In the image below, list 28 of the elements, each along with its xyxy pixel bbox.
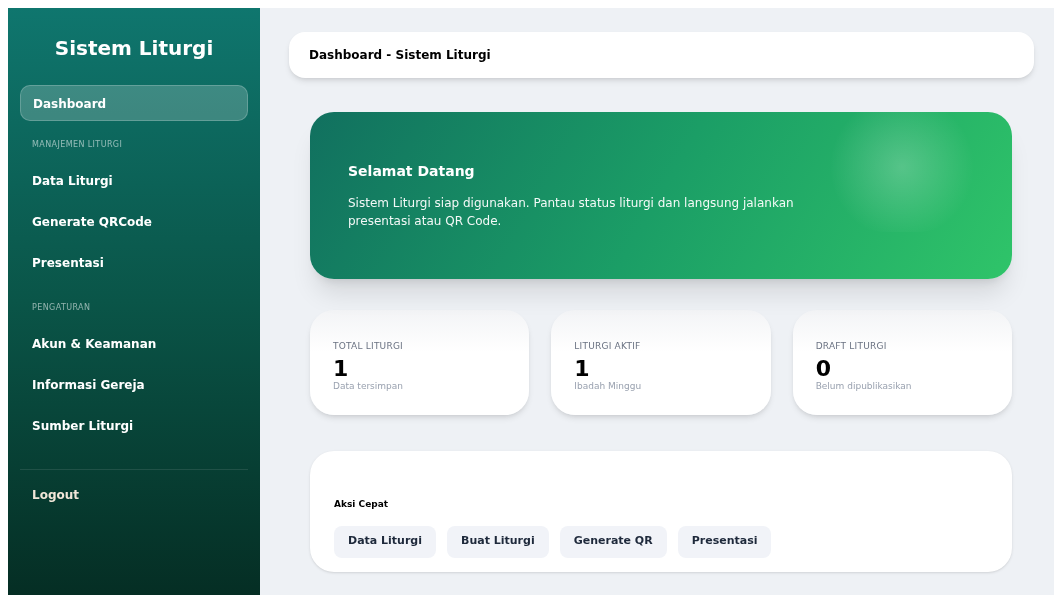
- stat-note: Belum dipublikasikan: [815, 379, 912, 393]
- stat-label: TOTAL LITURGI: [333, 340, 403, 353]
- banner-title: Selamat Datang: [348, 162, 476, 181]
- stat-value: 1: [574, 357, 590, 380]
- logout-link[interactable]: Logout: [20, 486, 248, 504]
- nav-item[interactable]: Data Liturgi: [20, 161, 248, 202]
- banner-text: Sistem Liturgi siap digunakan. Pantau status liturgi dan langsung jalankan presentasi atau QR Code.: [348, 195, 795, 230]
- stat-value: 0: [815, 357, 831, 380]
- stat-note: Data tersimpan: [333, 379, 403, 393]
- nav-item[interactable]: Informasi Gereja: [20, 365, 248, 406]
- nav-item[interactable]: Dashboard: [20, 85, 248, 121]
- quick-action-button[interactable]: Buat Liturgi: [447, 525, 549, 558]
- nav-item[interactable]: Akun & Keamanan: [20, 324, 248, 365]
- page-title: Dashboard - Sistem Liturgi: [309, 47, 491, 64]
- section-heading: PENGATURAN: [31, 302, 92, 314]
- section-title: Aksi Cepat: [334, 498, 390, 511]
- stat-label: DRAFT LITURGI: [815, 340, 887, 353]
- nav-item[interactable]: Sumber Liturgi: [20, 406, 248, 447]
- section-heading: MANAJEMEN LITURGI: [31, 139, 124, 151]
- quick-action-button[interactable]: Data Liturgi: [334, 525, 436, 558]
- app-title: Sistem Liturgi: [53, 35, 215, 62]
- quick-action-button[interactable]: Presentasi: [677, 525, 772, 558]
- stat-note: Ibadah Minggu: [574, 379, 642, 393]
- nav-item[interactable]: Generate QRCode: [20, 202, 248, 243]
- nav-item[interactable]: Presentasi: [20, 243, 248, 284]
- stat-value: 1: [333, 357, 349, 380]
- quick-action-button[interactable]: Generate QR: [559, 525, 667, 558]
- stat-label: LITURGI AKTIF: [574, 340, 641, 353]
